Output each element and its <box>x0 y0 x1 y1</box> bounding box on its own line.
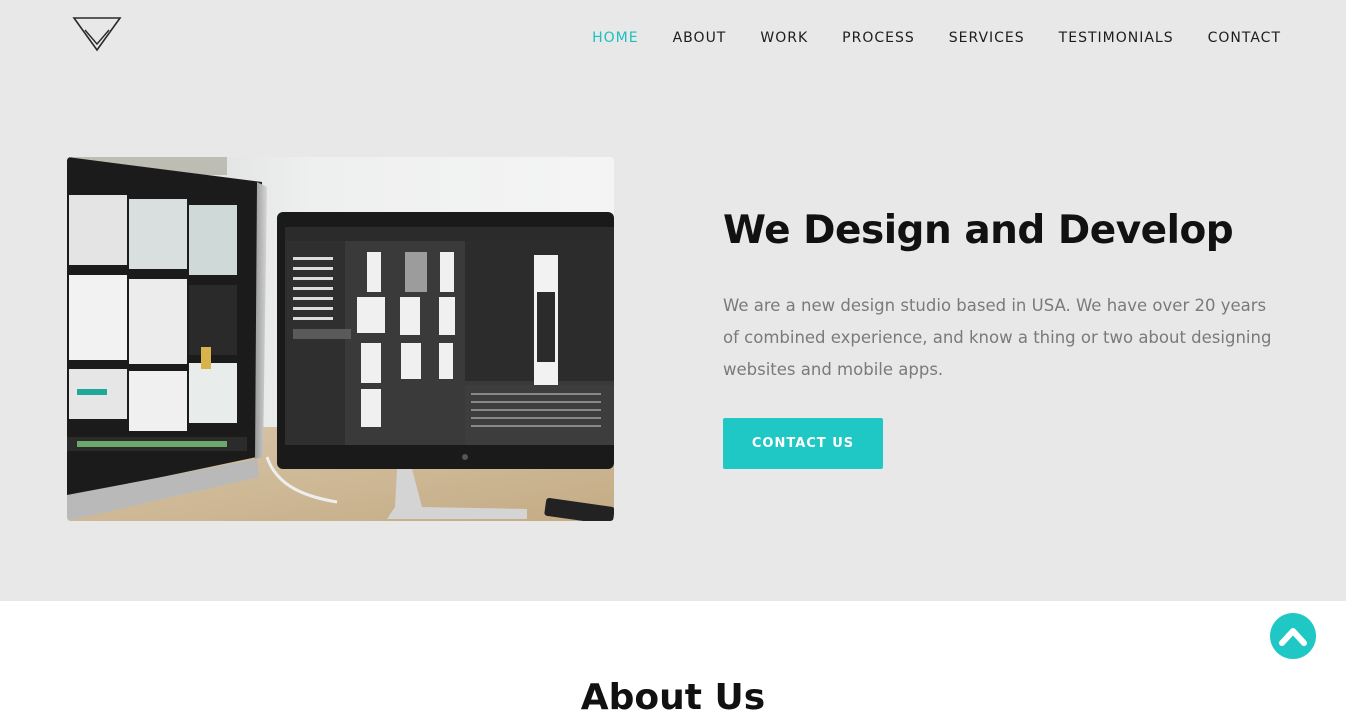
hero-image <box>67 157 614 521</box>
triangle-logo-icon[interactable] <box>72 16 122 52</box>
chevron-up-icon <box>1279 628 1307 646</box>
about-heading: About Us <box>580 677 766 718</box>
main-nav: HOME ABOUT WORK PROCESS SERVICES TESTIMO… <box>558 29 1281 47</box>
nav-item-contact[interactable]: CONTACT <box>1208 29 1281 47</box>
scroll-to-top-button[interactable] <box>1270 613 1316 659</box>
nav-item-work[interactable]: WORK <box>760 29 808 47</box>
nav-item-home[interactable]: HOME <box>592 29 638 47</box>
desk-monitors-photo <box>67 157 614 521</box>
hero-section: HOME ABOUT WORK PROCESS SERVICES TESTIMO… <box>0 0 1346 601</box>
nav-item-about[interactable]: ABOUT <box>673 29 727 47</box>
contact-us-button[interactable]: CONTACT US <box>723 418 883 469</box>
hero-description: We are a new design studio based in USA.… <box>723 296 1272 379</box>
nav-item-process[interactable]: PROCESS <box>842 29 915 47</box>
nav-item-testimonials[interactable]: TESTIMONIALS <box>1059 29 1174 47</box>
nav-item-services[interactable]: SERVICES <box>949 29 1025 47</box>
hero-title: We Design and Develop <box>723 208 1234 253</box>
